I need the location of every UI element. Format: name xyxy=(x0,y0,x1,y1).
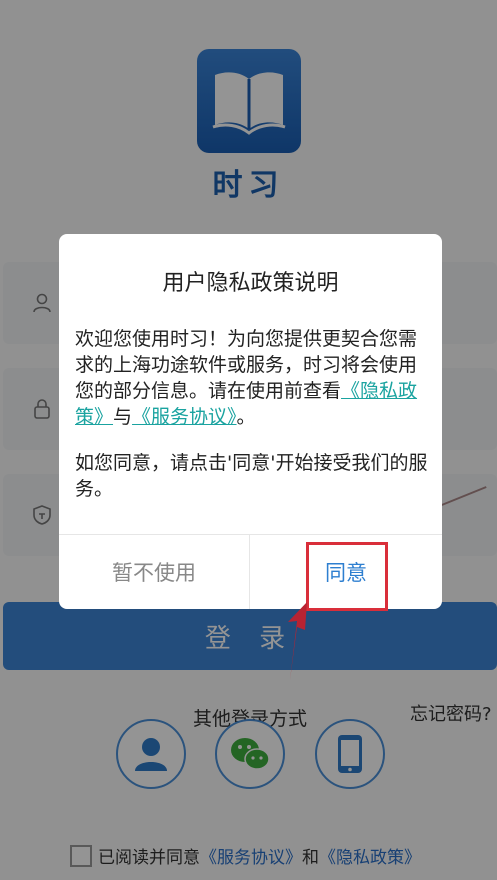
arrow-annotation-icon xyxy=(288,602,307,680)
